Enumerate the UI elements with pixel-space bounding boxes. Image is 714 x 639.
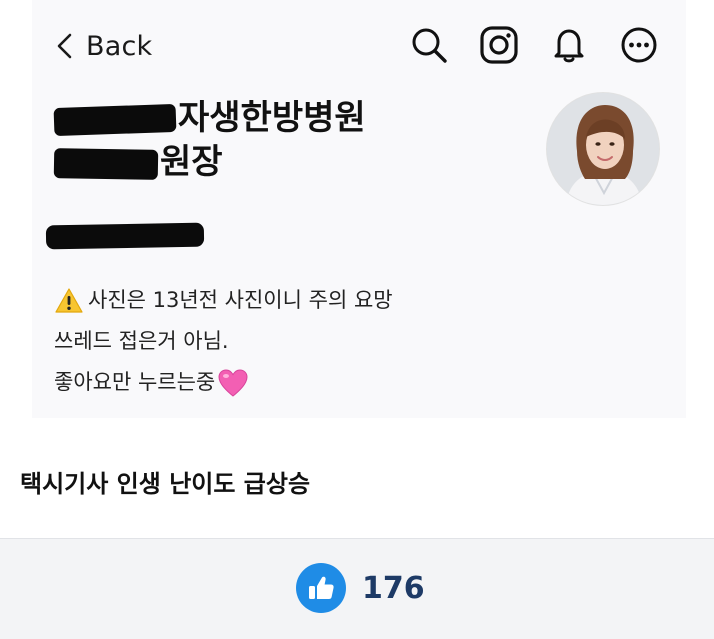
profile-name-line1: 자생한방병원 (53, 96, 366, 140)
thumbs-up-icon (309, 576, 334, 599)
profile-bio: 사진은 13년전 사진이니 주의 요망 쓰레드 접은거 아님. 좋아요만 누르는… (54, 280, 393, 403)
username-redaction (45, 222, 205, 250)
search-icon (412, 28, 447, 63)
pink-heart-icon (218, 368, 248, 397)
post-title: 택시기사 인생 난이도 급상승 (20, 470, 311, 498)
more-button[interactable] (618, 24, 660, 66)
redaction-mark (53, 147, 159, 180)
warning-icon (55, 287, 83, 313)
more-icon (621, 27, 657, 63)
profile-topbar: Back (32, 22, 686, 70)
instagram-button[interactable] (478, 24, 520, 66)
search-button[interactable] (408, 24, 450, 66)
redaction-mark (53, 103, 177, 136)
back-label: Back (86, 30, 153, 62)
back-button[interactable]: Back (54, 22, 152, 70)
bio-text-3: 좋아요만 누르는중 (54, 370, 216, 394)
bio-line-1: 사진은 13년전 사진이니 주의 요망 (54, 280, 393, 321)
profile-screenshot: Back 자생한방병원 원장 사진은 13년전 사진이니 주의 요망 쓰레드 접… (32, 0, 686, 418)
avatar-photo (547, 93, 659, 205)
profile-name: 자생한방병원 원장 (53, 96, 366, 184)
reaction-bar: 176 (0, 538, 714, 639)
hospital-name: 자생한방병원 (178, 98, 366, 138)
job-title: 원장 (160, 142, 223, 182)
bio-text-2: 쓰레드 접은거 아님. (54, 329, 229, 353)
bio-line-3: 좋아요만 누르는중 (54, 362, 393, 403)
bio-text-1: 사진은 13년전 사진이니 주의 요망 (88, 288, 393, 312)
avatar[interactable] (546, 92, 660, 206)
profile-actions (408, 24, 660, 66)
instagram-icon (480, 26, 518, 64)
bio-line-2: 쓰레드 접은거 아님. (54, 321, 393, 362)
notifications-button[interactable] (548, 24, 590, 66)
chevron-left-icon (57, 33, 72, 59)
like-button[interactable] (296, 563, 346, 613)
profile-name-line2: 원장 (53, 140, 366, 184)
bell-icon (554, 29, 584, 63)
like-count: 176 (362, 571, 425, 606)
